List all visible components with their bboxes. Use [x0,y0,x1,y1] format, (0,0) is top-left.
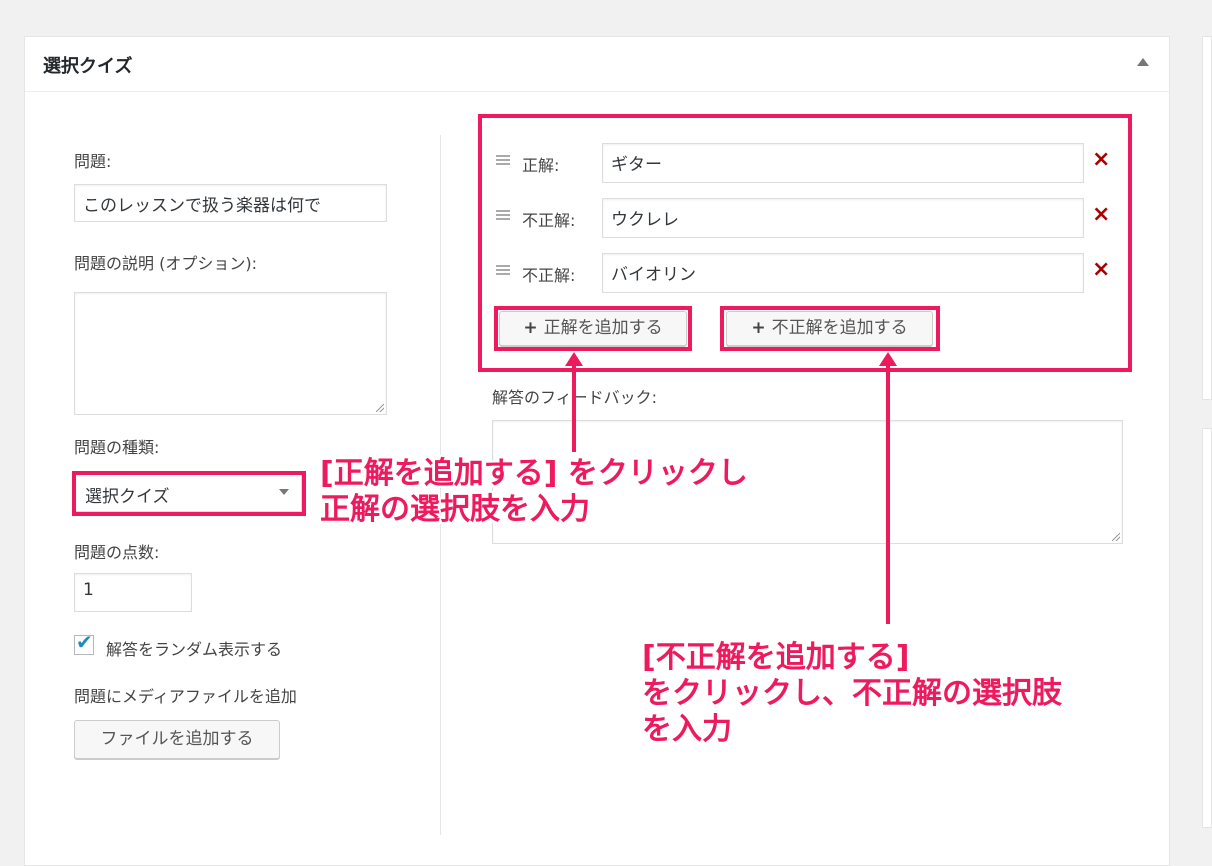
wrong-annotation-line: をクリックし、不正解の選択肢 [642,676,1062,711]
resize-grip-icon[interactable] [376,404,384,412]
arrow-line [886,364,890,624]
type-label: 問題の種類: [74,438,160,457]
randomize-label: 解答をランダム表示する [106,640,283,659]
add-correct-highlight [494,306,692,351]
arrow-line [572,364,576,452]
question-label: 問題: [74,152,112,171]
panel-header: 選択クイズ [25,37,1169,92]
correct-annotation-line: [正解を追加する] をクリックし [320,456,748,491]
collapse-arrow-icon[interactable] [1137,58,1149,66]
wrong-annotation-line: [不正解を追加する] [642,640,910,675]
panel-title: 選択クイズ [43,56,133,77]
description-label: 問題の説明 (オプション): [74,254,257,273]
wrong-annotation-line: を入力 [642,712,732,747]
type-select-highlight [72,471,306,516]
wrong-annotation: [不正解を追加する] をクリックし、不正解の選択肢 を入力 [642,640,1062,748]
randomize-checkbox[interactable]: ✔ [74,630,94,655]
description-textarea[interactable] [74,292,387,415]
question-input[interactable]: このレッスンで扱う楽器は何で [74,184,387,222]
media-label: 問題にメディアファイルを追加 [74,687,297,706]
add-wrong-highlight [720,306,940,351]
checkmark-icon: ✔ [76,630,93,654]
resize-grip-icon[interactable] [1112,533,1120,541]
correct-annotation: [正解を追加する] をクリックし 正解の選択肢を入力 [320,456,748,528]
points-input[interactable]: 1 [74,573,192,612]
add-file-button[interactable]: ファイルを追加する [74,720,280,759]
sidebar-edge [1202,428,1212,828]
sidebar-edge [1202,36,1212,400]
correct-annotation-line: 正解の選択肢を入力 [320,492,590,527]
points-label: 問題の点数: [74,543,160,562]
